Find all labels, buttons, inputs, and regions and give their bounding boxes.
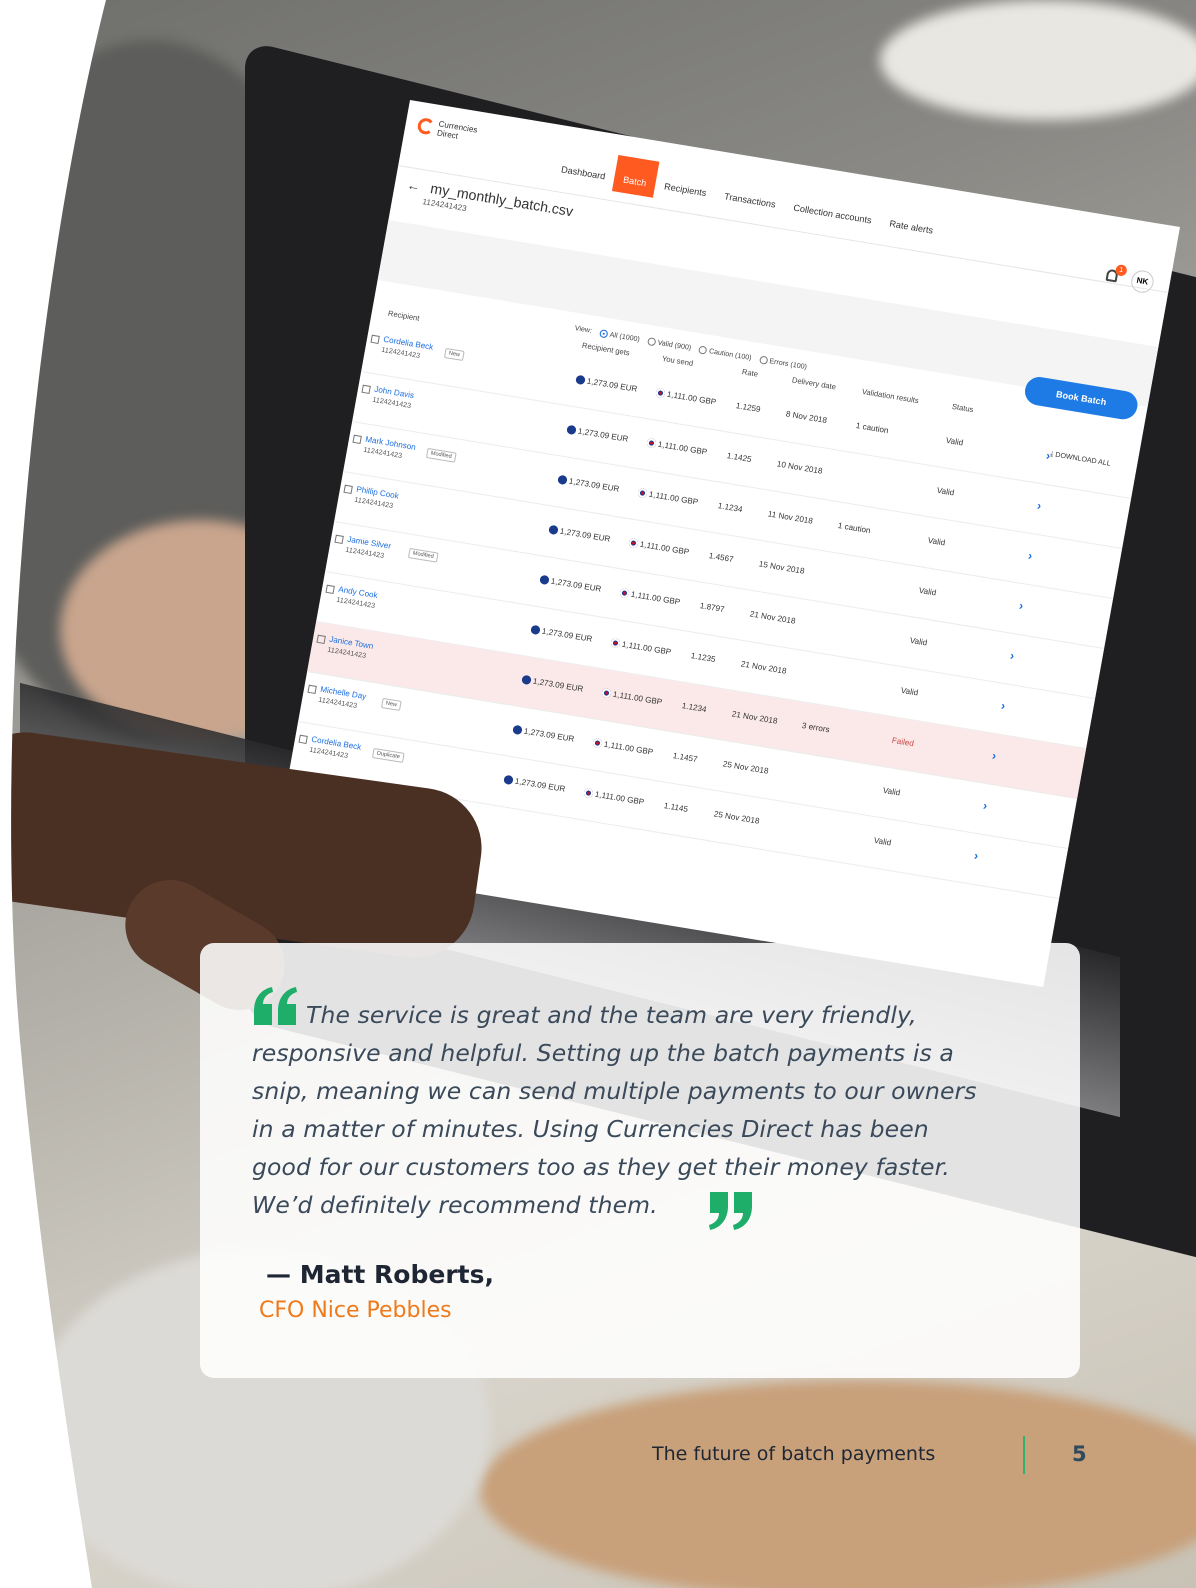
quote-line: good for our customers too as they get t… bbox=[252, 1153, 950, 1181]
page-number: 5 bbox=[1072, 1442, 1087, 1466]
quote-author: — Matt Roberts, bbox=[266, 1260, 494, 1289]
quote-line: The service is great and the team are ve… bbox=[306, 1001, 917, 1029]
quote-line: snip, meaning we can send multiple payme… bbox=[252, 1077, 977, 1105]
quote-line: We’d definitely recommend them. bbox=[252, 1191, 658, 1219]
quote-author-role: CFO Nice Pebbles bbox=[259, 1298, 452, 1323]
footer-title: The future of batch payments bbox=[652, 1443, 936, 1465]
quote-line: responsive and helpful. Setting up the b… bbox=[252, 1039, 954, 1067]
quote-text: The service is great and the team are ve… bbox=[252, 996, 1072, 1224]
quote-line: in a matter of minutes. Using Currencies… bbox=[252, 1115, 929, 1143]
footer-divider bbox=[1023, 1436, 1025, 1474]
close-quote-icon bbox=[709, 1192, 752, 1230]
